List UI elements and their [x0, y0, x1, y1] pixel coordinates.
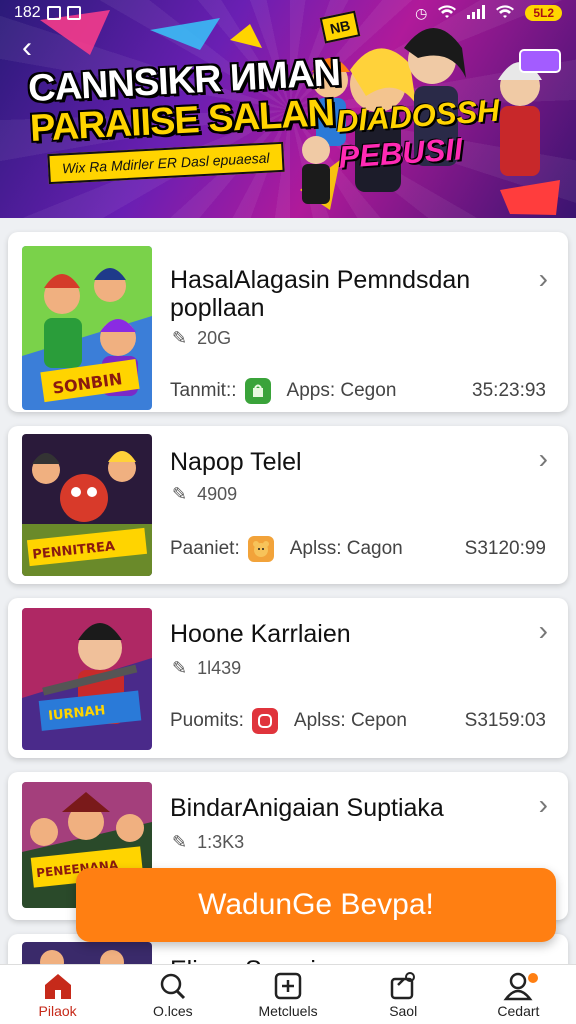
game-title: HasalAlagasin Pemndsdan popllaan [170, 266, 471, 322]
status-bar: 182 ◷ 5L2 [0, 0, 576, 26]
download-count: ✎ 1l439 [172, 658, 241, 679]
nav-profile-label: Cedart [497, 1002, 540, 1019]
nav-search[interactable]: O.lces [115, 965, 230, 1024]
game-title: Napop Telel [170, 448, 302, 476]
download-count: ✎ 1:3K3 [172, 832, 244, 853]
game-list[interactable]: SONBIN HasalAlagasin Pemndsdan popllaan … [0, 218, 576, 964]
download-count: ✎ 20G [172, 328, 231, 349]
nav-profile[interactable]: Cedart [461, 965, 576, 1024]
signal-icon [467, 4, 486, 22]
chevron-right-icon: › [538, 443, 548, 474]
game-thumbnail [22, 942, 152, 964]
notification-icon-2 [66, 6, 81, 20]
bottom-nav: Pilaok O.lces Metcluels Saol Cedart [0, 964, 576, 1024]
nav-add-label: Metcluels [258, 1002, 318, 1019]
game-meta: Paaniet: Aplss: Cagon S3120:99 [170, 536, 546, 562]
game-meta: Puomits: Aplss: Cepon S3159:03 [170, 708, 546, 734]
home-icon [44, 973, 71, 999]
meta-label: Paaniet: [170, 538, 240, 559]
green-bag-icon [244, 378, 271, 404]
meta-time: S3120:99 [464, 538, 546, 559]
download-count-value: 4909 [197, 484, 238, 504]
meta-apps: Aplss: Cagon [289, 538, 403, 559]
nav-store[interactable]: Saol [346, 965, 461, 1024]
edit-icon: ✎ [172, 832, 188, 852]
list-item[interactable]: PENNITREA Napop Telel › ✎ 4909 Paaniet: … [8, 426, 568, 584]
game-meta: Tanmit:: Apps: Cegon 35:23:93 [170, 378, 546, 404]
red-ring-icon [251, 708, 278, 734]
meta-label: Puomits: [170, 710, 244, 731]
back-arrow-icon[interactable]: ‹ [22, 33, 52, 64]
meta-label: Tanmit:: [170, 380, 237, 401]
edit-icon: ✎ [172, 484, 188, 504]
nav-home[interactable]: Pilaok [0, 965, 115, 1024]
download-count-value: 1l439 [197, 658, 242, 678]
game-thumbnail: SONBIN [22, 246, 152, 410]
chevron-right-icon: › [538, 263, 548, 294]
wifi-icon [437, 4, 457, 23]
battery-indicator: 5L2 [525, 5, 562, 21]
game-title: BindarAnigaian Suptiaka [170, 794, 444, 822]
game-title: Hoone Karrlaien [170, 620, 351, 648]
edit-icon: ✎ [172, 658, 188, 678]
nav-search-label: O.lces [152, 1002, 193, 1019]
game-thumbnail: PENNITREA [22, 434, 152, 576]
game-title: Elizan Sasarion [170, 956, 522, 964]
meta-time: 35:23:93 [472, 380, 546, 401]
list-item[interactable]: SONBIN HasalAlagasin Pemndsdan popllaan … [8, 232, 568, 412]
meta-apps: Apps: Cegon [286, 380, 397, 401]
game-thumbnail: IURNAH [22, 608, 152, 750]
yellow-bear-icon [247, 536, 274, 562]
meta-time: S3159:03 [464, 710, 546, 731]
download-count-value: 1:3K3 [197, 832, 245, 852]
status-time: 182 [14, 4, 41, 21]
list-item[interactable]: IURNAH Hoone Karrlaien › ✎ 1l439 Puomits… [8, 598, 568, 758]
download-cta-button[interactable]: WadunGe Bevpa! [76, 868, 556, 942]
hero-banner[interactable]: ‹ NB CANNSIKR ИMAN PARAIISE SALAN Wix Ra… [0, 0, 576, 218]
search-icon [160, 973, 185, 999]
edit-icon: ✎ [172, 328, 188, 348]
nav-add[interactable]: Metcluels [230, 965, 345, 1024]
download-count: ✎ 4909 [172, 484, 237, 505]
notification-icon [46, 6, 61, 20]
chevron-right-icon: › [538, 615, 548, 646]
notification-dot [528, 973, 539, 983]
wifi-icon-2 [495, 4, 515, 23]
nav-store-label: Saol [389, 1002, 418, 1019]
meta-apps: Aplss: Cepon [293, 710, 407, 731]
hero-badge: DIADOSSH PEBUSII [335, 92, 511, 200]
alarm-icon: ◷ [415, 4, 428, 21]
chevron-right-icon: › [538, 789, 548, 820]
bag-icon [390, 971, 416, 999]
download-count-value: 20G [197, 328, 232, 348]
nav-home-label: Pilaok [38, 1002, 77, 1019]
add-box-icon [274, 972, 302, 999]
